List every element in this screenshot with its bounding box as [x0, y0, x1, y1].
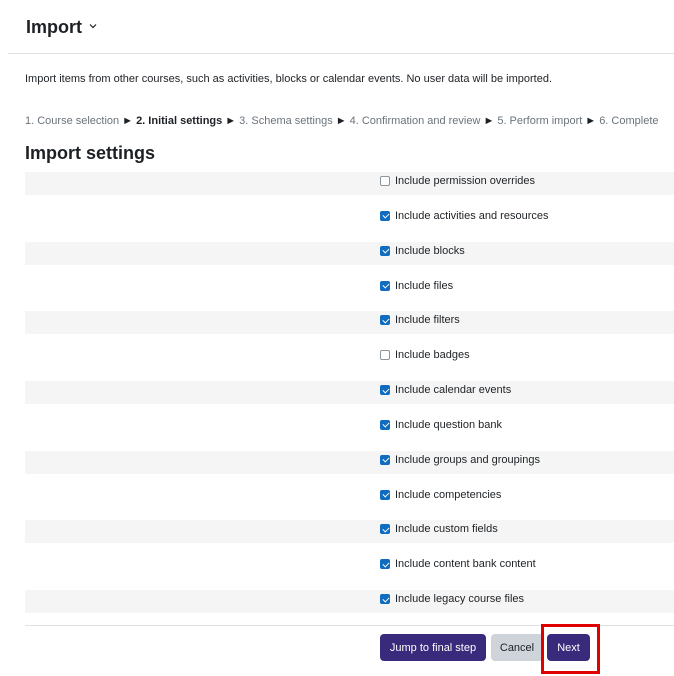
setting-option[interactable]: Include filters: [380, 314, 460, 326]
setting-checkbox[interactable]: [380, 559, 390, 570]
setting-checkbox[interactable]: [380, 176, 390, 186]
step-breadcrumb: 1. Course selection ► 2. Initial settings ►…: [25, 115, 659, 127]
setting-label: Include legacy course files: [395, 593, 525, 606]
setting-row: Include permission overrides: [25, 172, 674, 195]
setting-row: Include groups and groupings: [25, 450, 674, 474]
jump-to-final-step-button[interactable]: Jump to final step: [380, 634, 486, 661]
setting-row: Include custom fields: [25, 520, 674, 544]
setting-option[interactable]: Include content bank content: [380, 558, 536, 570]
step-separator-icon: ►: [122, 115, 134, 127]
step-separator-icon: ►: [585, 115, 597, 127]
settings-list: Include permission overrides Include acti…: [25, 172, 674, 625]
setting-option[interactable]: Include custom fields: [380, 523, 498, 535]
setting-label: Include calendar events: [395, 384, 512, 397]
step-separator-icon: ►: [483, 115, 495, 127]
step-item: 1. Course selection: [25, 115, 120, 127]
setting-label: Include content bank content: [395, 558, 536, 571]
step-item: 6. Complete: [599, 115, 659, 127]
setting-row: Include competencies: [25, 486, 674, 509]
setting-label: Include competencies: [395, 488, 502, 501]
setting-checkbox[interactable]: [380, 454, 390, 465]
setting-checkbox[interactable]: [380, 245, 390, 256]
setting-label: Include groups and groupings: [395, 453, 540, 466]
setting-checkbox[interactable]: [380, 210, 390, 221]
step-separator-icon: ►: [225, 115, 237, 127]
setting-row: Include content bank content: [25, 555, 674, 578]
setting-row: Include question bank: [25, 416, 674, 439]
setting-checkbox[interactable]: [380, 489, 390, 500]
setting-checkbox[interactable]: [380, 280, 390, 291]
setting-option[interactable]: Include badges: [380, 349, 470, 361]
setting-option[interactable]: Include groups and groupings: [380, 454, 540, 466]
setting-row: Include filters: [25, 311, 674, 335]
setting-label: Include badges: [395, 349, 470, 362]
setting-option[interactable]: Include calendar events: [380, 384, 511, 396]
setting-option[interactable]: Include permission overrides: [380, 175, 535, 187]
step-item: 2. Initial settings: [136, 115, 223, 127]
setting-option[interactable]: Include activities and resources: [380, 210, 548, 222]
setting-option[interactable]: Include blocks: [380, 245, 465, 257]
step-item: 3. Schema settings: [239, 115, 333, 127]
intro-text: Import items from other courses, such as…: [25, 73, 552, 85]
setting-option[interactable]: Include files: [380, 280, 453, 292]
setting-label: Include permission overrides: [395, 175, 536, 187]
setting-label: Include files: [395, 279, 454, 292]
setting-label: Include blocks: [395, 244, 465, 257]
setting-row: Include activities and resources: [25, 207, 674, 230]
section-title: Import settings: [25, 143, 156, 163]
setting-row: Include badges: [25, 346, 674, 369]
chevron-down-icon[interactable]: [89, 22, 97, 30]
setting-row: Include blocks: [25, 241, 674, 265]
setting-checkbox[interactable]: [380, 419, 390, 430]
setting-label: Include custom fields: [395, 523, 498, 536]
page-header: Import: [8, 0, 674, 54]
step-separator-icon: ►: [335, 115, 347, 127]
setting-option[interactable]: Include question bank: [380, 419, 502, 431]
setting-checkbox[interactable]: [380, 385, 390, 396]
setting-row: Include files: [25, 277, 674, 300]
setting-checkbox[interactable]: [380, 524, 390, 535]
setting-label: Include question bank: [395, 418, 503, 431]
setting-option[interactable]: Include legacy course files: [380, 593, 524, 605]
setting-checkbox[interactable]: [380, 350, 390, 361]
step-item: 4. Confirmation and review: [349, 115, 481, 127]
setting-label: Include filters: [395, 314, 460, 327]
setting-row: Include calendar events: [25, 381, 674, 405]
setting-row: Include legacy course files: [25, 590, 674, 614]
next-button-highlight: [541, 624, 600, 674]
step-item: 5. Perform import: [497, 115, 583, 127]
setting-checkbox[interactable]: [380, 594, 390, 605]
cancel-button[interactable]: Cancel: [491, 634, 543, 661]
setting-option[interactable]: Include competencies: [380, 489, 501, 501]
setting-label: Include activities and resources: [395, 209, 549, 222]
setting-checkbox[interactable]: [380, 315, 390, 326]
page-title[interactable]: Import: [26, 17, 82, 38]
